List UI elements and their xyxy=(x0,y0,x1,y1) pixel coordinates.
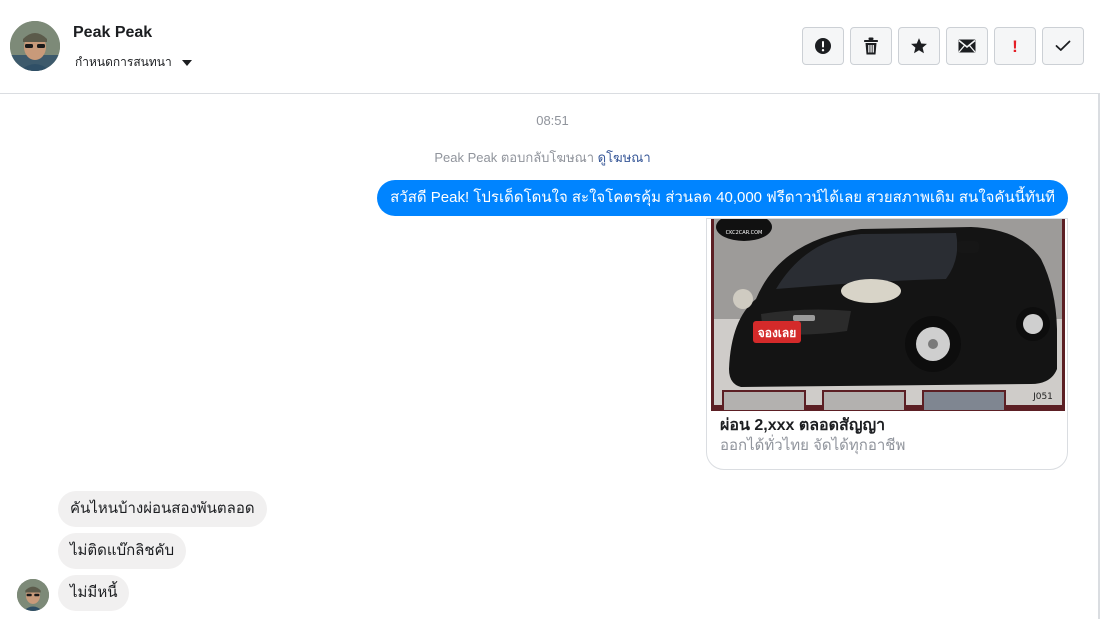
done-button[interactable] xyxy=(1042,27,1084,65)
outgoing-message: สวัสดี Peak! โปรเด็ดโดนใจ สะใจโคตรคุ้ม ส… xyxy=(377,180,1068,216)
star-button[interactable] xyxy=(898,27,940,65)
ad-image-code: J051 xyxy=(1032,392,1053,402)
message-timestamp: 08:51 xyxy=(536,113,569,128)
incoming-message: ไม่มีหนี้ xyxy=(58,575,130,611)
star-icon xyxy=(911,38,927,54)
conversation-settings-dropdown[interactable]: กำหนดการสนทนา xyxy=(75,53,192,72)
exclamation-circle-icon xyxy=(815,38,831,54)
mark-unread-button[interactable] xyxy=(946,27,988,65)
user-photo-icon xyxy=(10,21,60,71)
delete-button[interactable] xyxy=(850,27,892,65)
ad-image-sticker-label: จองเลย xyxy=(758,326,797,340)
contact-name[interactable]: Peak Peak xyxy=(73,24,152,42)
conversation-settings-label: กำหนดการสนทนา xyxy=(75,55,172,69)
ad-card[interactable]: จองเลย CKC2CAR.COM J051 ผ่อน 2,xxx ตลอดส… xyxy=(706,218,1068,470)
report-button[interactable] xyxy=(802,27,844,65)
ad-image-logo: CKC2CAR.COM xyxy=(726,230,763,236)
conversation-header: Peak Peak กำหนดการสนทนา ! xyxy=(0,0,1100,94)
ad-reply-note: Peak Peak ตอบกลับโฆษณา ดูโฆษณา xyxy=(0,147,1085,168)
red-exclamation-icon: ! xyxy=(1012,36,1018,56)
incoming-message: คันไหนบ้างผ่อนสองพันตลอด xyxy=(58,491,267,527)
ad-car-image: จองเลย CKC2CAR.COM J051 xyxy=(711,219,1065,411)
envelope-icon xyxy=(958,39,976,53)
check-icon xyxy=(1055,40,1071,51)
ad-card-subtitle: ออกได้ทั่วไทย จัดได้ทุกอาชีพ xyxy=(720,437,906,454)
sender-avatar[interactable] xyxy=(17,579,49,611)
user-avatar[interactable] xyxy=(10,21,60,71)
important-button[interactable]: ! xyxy=(994,27,1036,65)
trash-icon xyxy=(864,37,878,55)
user-photo-icon xyxy=(17,579,49,611)
action-toolbar: ! xyxy=(802,27,1084,65)
caret-down-icon xyxy=(181,59,192,66)
view-ad-link[interactable]: ดูโฆษณา xyxy=(598,150,651,165)
messenger-conversation: Peak Peak กำหนดการสนทนา ! 08:51 Peak Pea… xyxy=(0,0,1100,619)
ad-reply-text: Peak Peak ตอบกลับโฆษณา xyxy=(434,150,594,165)
incoming-message: ไม่ติดแบ๊กลิชคับ xyxy=(58,533,187,569)
